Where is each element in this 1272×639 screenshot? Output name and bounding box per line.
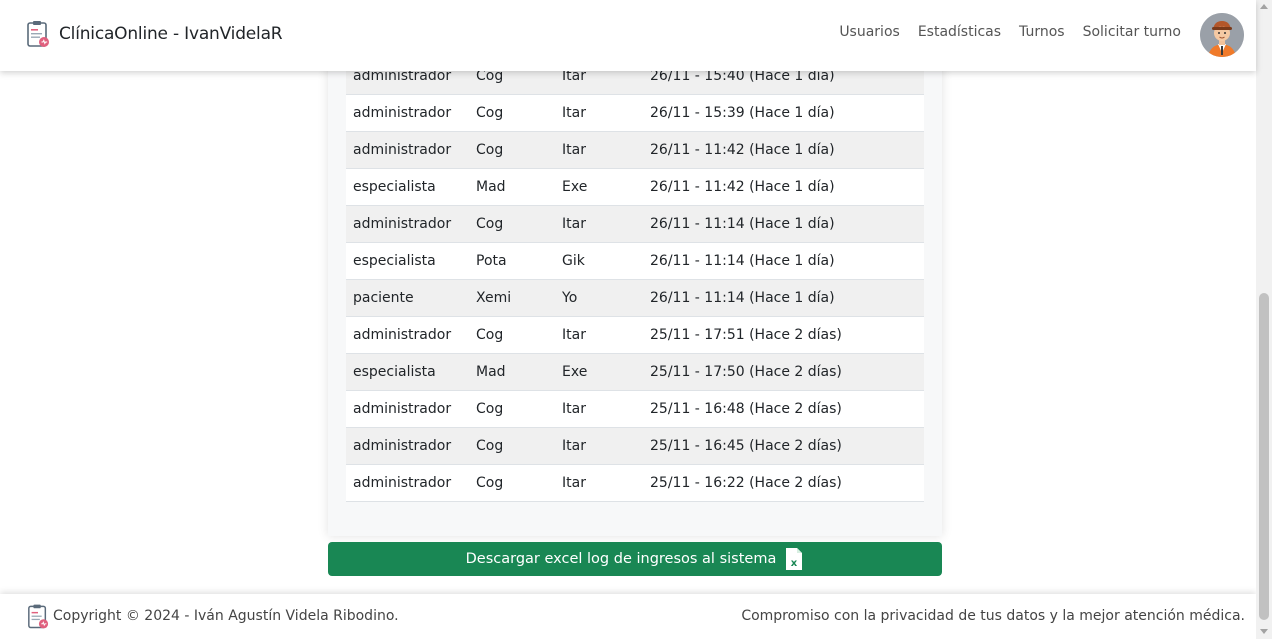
- nav-links: Usuarios Estadísticas Turnos Solicitar t…: [821, 24, 1181, 40]
- date-cell: 25/11 - 16:48 (Hace 2 días): [650, 401, 842, 417]
- brand-title: ClínicaOnline - IvanVidelaR: [59, 24, 283, 44]
- download-excel-button[interactable]: Descargar excel log de ingresos al siste…: [328, 542, 942, 576]
- login-log-table: administrador Cog Itar 26/11 - 15:40 (Hace …: [346, 58, 924, 502]
- role-cell: administrador: [353, 475, 452, 491]
- role-cell: administrador: [353, 142, 452, 158]
- clinic-clipboard-icon: [28, 604, 49, 629]
- footer: Copyright © 2024 - Iván Agustín Videla R…: [0, 594, 1256, 639]
- clinic-clipboard-icon: [27, 21, 49, 47]
- table-row: administrador Cog Itar 25/11 - 16:45 (Hace …: [346, 428, 924, 465]
- vertical-scrollbar[interactable]: [1256, 0, 1272, 639]
- table-row: administrador Cog Itar 25/11 - 16:48 (Hace …: [346, 391, 924, 428]
- name-cell: Cog: [476, 438, 504, 454]
- nav-link-usuarios[interactable]: Usuarios: [839, 24, 900, 40]
- name-cell: Cog: [476, 401, 504, 417]
- surname-cell: Yo: [562, 290, 578, 306]
- role-cell: administrador: [353, 401, 452, 417]
- footer-tagline: Compromiso con la privacidad de tus dato…: [741, 608, 1245, 624]
- download-excel-label: Descargar excel log de ingresos al siste…: [465, 551, 777, 567]
- scrollbar-thumb[interactable]: [1259, 293, 1269, 620]
- date-cell: 25/11 - 16:22 (Hace 2 días): [650, 475, 842, 491]
- surname-cell: Exe: [562, 364, 588, 380]
- table-row: paciente Xemi Yo 26/11 - 11:14 (Hace 1 día): [346, 280, 924, 317]
- nav-link-estadisticas[interactable]: Estadísticas: [918, 24, 1001, 40]
- surname-cell: Gik: [562, 253, 585, 269]
- avatar-image: [1200, 13, 1244, 57]
- table-row: especialista Mad Exe 25/11 - 17:50 (Hace 2 …: [346, 354, 924, 391]
- excel-file-icon: x: [786, 548, 803, 570]
- surname-cell: Itar: [562, 401, 586, 417]
- table-row: administrador Cog Itar 26/11 - 11:42 (Hace …: [346, 132, 924, 169]
- table-row: administrador Cog Itar 26/11 - 15:39 (Hace …: [346, 95, 924, 132]
- role-cell: administrador: [353, 327, 452, 343]
- name-cell: Cog: [476, 475, 504, 491]
- name-cell: Cog: [476, 216, 504, 232]
- nav-link-turnos[interactable]: Turnos: [1019, 24, 1065, 40]
- date-cell: 25/11 - 17:50 (Hace 2 días): [650, 364, 842, 380]
- name-cell: Cog: [476, 327, 504, 343]
- date-cell: 26/11 - 15:39 (Hace 1 día): [650, 105, 835, 121]
- surname-cell: Itar: [562, 438, 586, 454]
- role-cell: administrador: [353, 216, 452, 232]
- brand[interactable]: ClínicaOnline - IvanVidelaR: [26, 20, 283, 48]
- nav-link-solicitar-turno[interactable]: Solicitar turno: [1083, 24, 1181, 40]
- surname-cell: Itar: [562, 142, 586, 158]
- role-cell: especialista: [353, 253, 436, 269]
- login-log-card: administrador Cog Itar 26/11 - 15:40 (Hace …: [328, 50, 942, 536]
- role-cell: especialista: [353, 179, 436, 195]
- role-cell: especialista: [353, 364, 436, 380]
- scroll-up-arrow-icon[interactable]: [1260, 4, 1268, 9]
- surname-cell: Itar: [562, 105, 586, 121]
- table-row: administrador Cog Itar 26/11 - 11:14 (Hace …: [346, 206, 924, 243]
- name-cell: Pota: [476, 253, 507, 269]
- date-cell: 26/11 - 11:42 (Hace 1 día): [650, 179, 835, 195]
- date-cell: 25/11 - 16:45 (Hace 2 días): [650, 438, 842, 454]
- table-row: administrador Cog Itar 25/11 - 16:22 (Hace …: [346, 465, 924, 502]
- name-cell: Mad: [476, 179, 506, 195]
- surname-cell: Itar: [562, 475, 586, 491]
- table-row: especialista Mad Exe 26/11 - 11:42 (Hace 1 …: [346, 169, 924, 206]
- role-cell: administrador: [353, 105, 452, 121]
- surname-cell: Itar: [562, 216, 586, 232]
- name-cell: Xemi: [476, 290, 512, 306]
- name-cell: Cog: [476, 105, 504, 121]
- name-cell: Cog: [476, 142, 504, 158]
- table-row: especialista Pota Gik 26/11 - 11:14 (Hace 1…: [346, 243, 924, 280]
- scroll-down-arrow-icon[interactable]: [1260, 629, 1268, 634]
- date-cell: 26/11 - 11:14 (Hace 1 día): [650, 253, 835, 269]
- date-cell: 26/11 - 11:14 (Hace 1 día): [650, 290, 835, 306]
- date-cell: 25/11 - 17:51 (Hace 2 días): [650, 327, 842, 343]
- surname-cell: Itar: [562, 327, 586, 343]
- role-cell: paciente: [353, 290, 414, 306]
- table-row: administrador Cog Itar 25/11 - 17:51 (Hace …: [346, 317, 924, 354]
- role-cell: administrador: [353, 438, 452, 454]
- top-navbar: ClínicaOnline - IvanVidelaR Usuarios Est…: [0, 0, 1256, 71]
- footer-copyright: Copyright © 2024 - Iván Agustín Videla R…: [53, 608, 399, 624]
- svg-text:x: x: [791, 558, 798, 569]
- user-avatar[interactable]: [1200, 13, 1244, 57]
- surname-cell: Exe: [562, 179, 588, 195]
- name-cell: Mad: [476, 364, 506, 380]
- date-cell: 26/11 - 11:42 (Hace 1 día): [650, 142, 835, 158]
- date-cell: 26/11 - 11:14 (Hace 1 día): [650, 216, 835, 232]
